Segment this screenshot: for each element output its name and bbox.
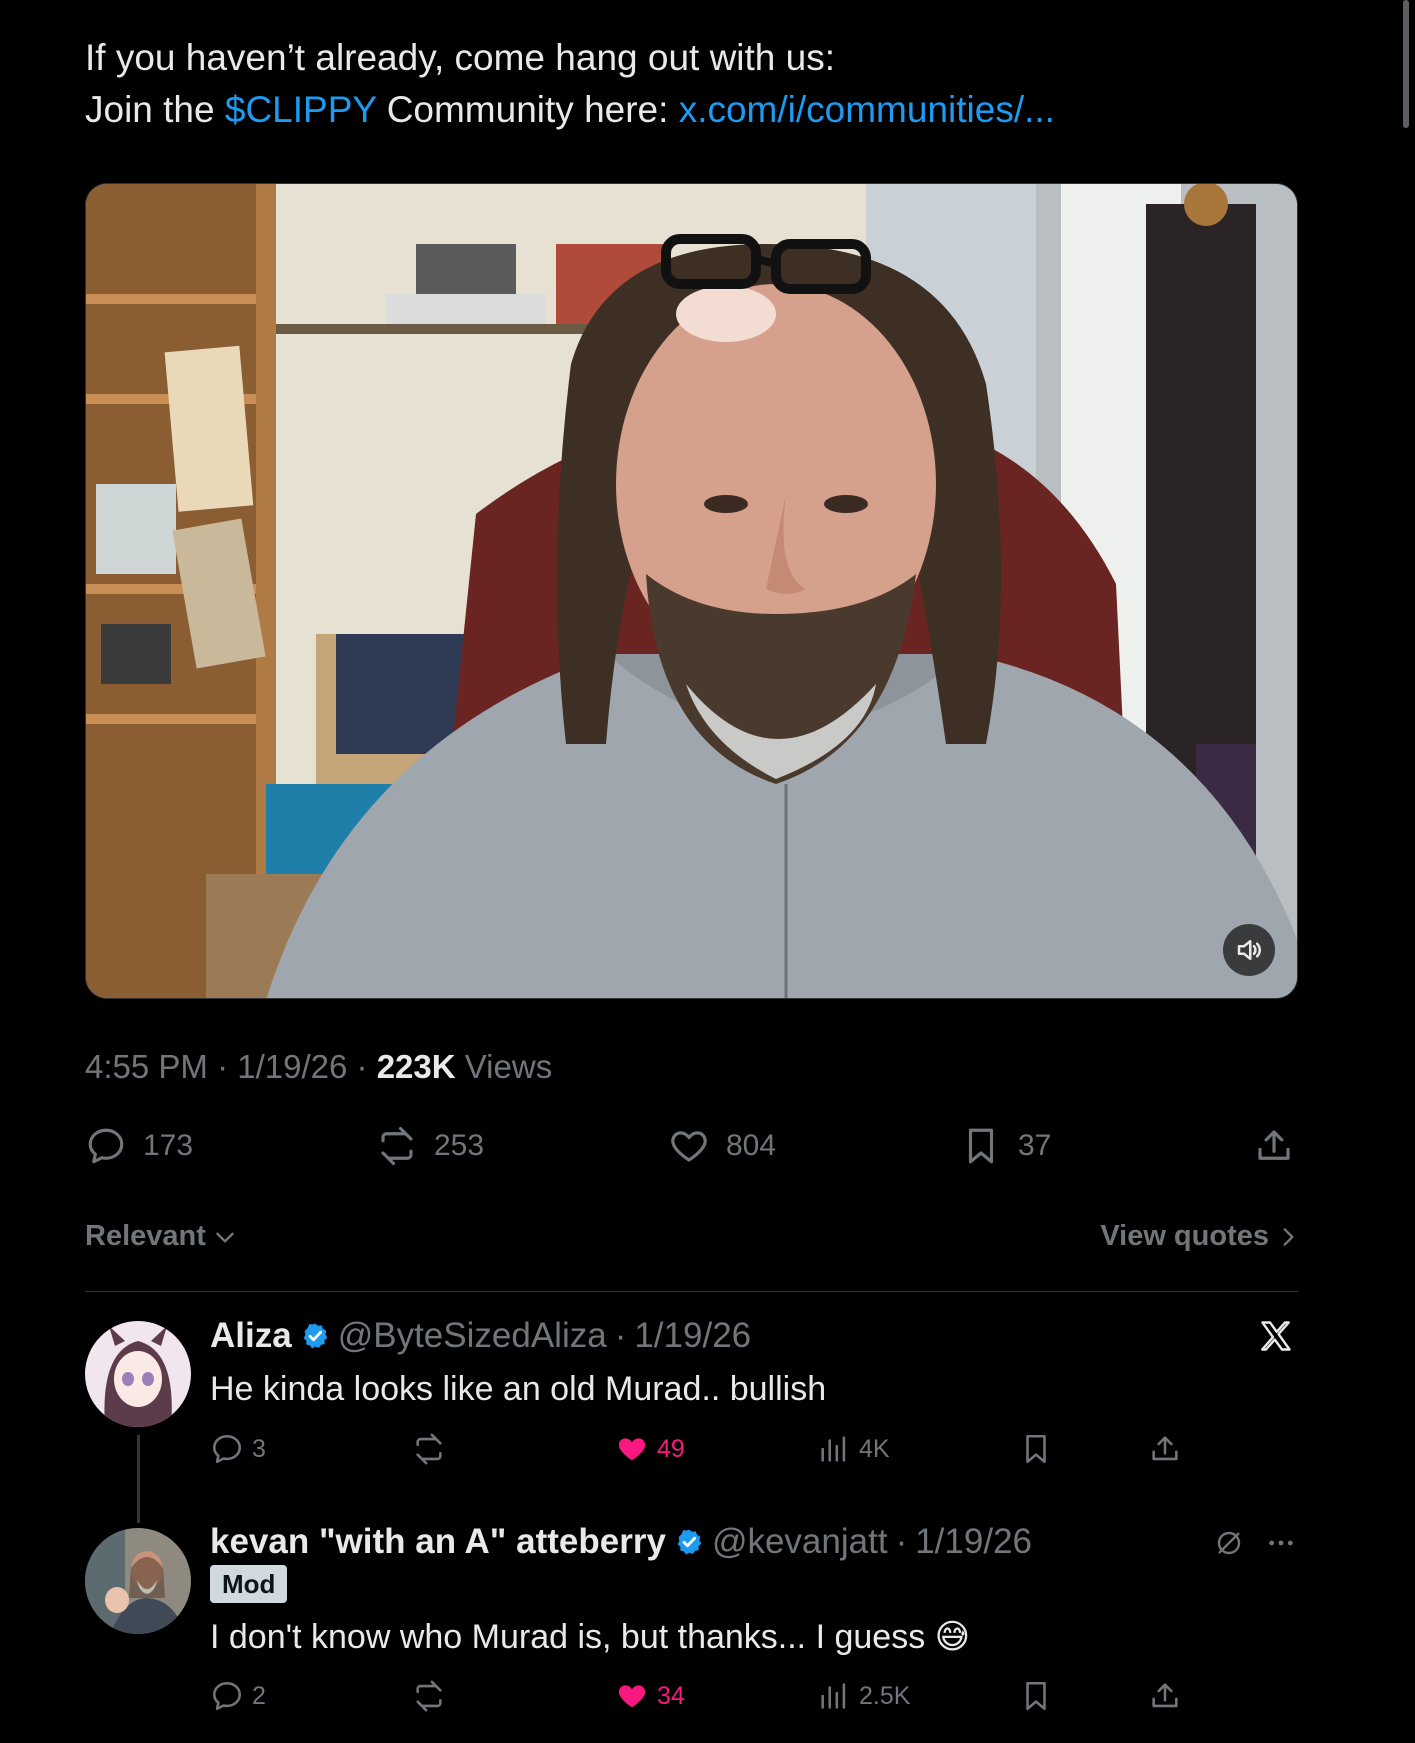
repost-icon — [381, 1126, 413, 1166]
sweat-smile-emoji: 😅 — [934, 1618, 971, 1656]
display-name[interactable]: Aliza — [210, 1316, 292, 1356]
community-link[interactable]: x.com/i/communities/... — [679, 89, 1055, 130]
scrollbar[interactable] — [1403, 0, 1409, 128]
reply-count: 2 — [252, 1681, 266, 1710]
reply-count: 3 — [252, 1434, 266, 1463]
chevron-right-icon — [1283, 1227, 1294, 1246]
share-icon — [1258, 1130, 1290, 1160]
thread-line — [137, 1435, 140, 1523]
reply-icon — [212, 1434, 242, 1464]
tweet-meta: 4:55 PM · 1/19/26 · 223K Views — [85, 1048, 553, 1085]
bookmark-icon — [1026, 1434, 1046, 1464]
reply-header: Aliza @ByteSizedAliza · 1/19/26 — [210, 1316, 752, 1356]
like-button[interactable]: 804 — [668, 1125, 776, 1167]
like-button[interactable]: 34 — [615, 1679, 685, 1713]
cashtag-link[interactable]: $CLIPPY — [225, 89, 377, 130]
video-frame — [86, 184, 1297, 998]
share-button[interactable] — [1148, 1679, 1182, 1713]
avatar[interactable] — [85, 1528, 191, 1634]
heart-filled-icon — [618, 1438, 646, 1461]
heart-icon — [671, 1131, 707, 1162]
verified-badge-icon — [303, 1323, 327, 1349]
reply-header: kevan "with an A" atteberry @kevanjatt ·… — [210, 1522, 1032, 1562]
chevron-down-icon — [216, 1232, 234, 1243]
views-count: 223K — [376, 1048, 456, 1085]
tweet-date[interactable]: 1/19/26 — [237, 1048, 347, 1085]
speaker-muted-icon — [1237, 940, 1261, 960]
profile-photo-image — [85, 1528, 191, 1634]
reply-date[interactable]: 1/19/26 — [634, 1316, 751, 1356]
view-quotes-link[interactable]: View quotes — [1100, 1220, 1301, 1253]
bookmark-count: 37 — [1018, 1129, 1052, 1162]
views-label: Views — [464, 1048, 553, 1085]
reply-count: 173 — [143, 1129, 194, 1162]
tweet-text: If you haven’t already, come hang out wi… — [85, 32, 1055, 136]
bookmark-button[interactable] — [1019, 1432, 1053, 1466]
bookmark-button[interactable] — [1019, 1679, 1053, 1713]
sort-label: Relevant — [85, 1220, 206, 1252]
anime-avatar-image — [85, 1321, 191, 1427]
reply-button[interactable]: 3 — [210, 1432, 266, 1466]
repost-button[interactable]: 253 — [376, 1125, 484, 1167]
repost-count: 253 — [434, 1129, 485, 1162]
reply-text: He kinda looks like an old Murad.. bulli… — [210, 1370, 827, 1408]
tweet-text-line-2: Join the $CLIPPY Community here: x.com/i… — [85, 84, 1055, 136]
analytics-icon — [821, 1683, 846, 1709]
share-icon — [1152, 1683, 1178, 1708]
views-count: 4K — [859, 1434, 890, 1463]
reply-date[interactable]: 1/19/26 — [915, 1522, 1032, 1562]
avatar[interactable] — [85, 1321, 191, 1427]
handle[interactable]: @ByteSizedAliza — [338, 1316, 607, 1356]
like-count: 34 — [657, 1681, 685, 1710]
repost-button[interactable] — [412, 1432, 446, 1466]
tweet-text-prefix: Join the — [85, 89, 215, 130]
heart-filled-icon — [618, 1685, 646, 1708]
reply-icon — [212, 1681, 242, 1711]
reply-button[interactable]: 173 — [85, 1125, 193, 1167]
views-count: 2.5K — [859, 1681, 911, 1710]
tweet-time[interactable]: 4:55 PM — [85, 1048, 208, 1085]
share-button[interactable] — [1253, 1125, 1295, 1167]
handle[interactable]: @kevanjatt — [712, 1522, 888, 1562]
repost-icon — [416, 1680, 442, 1712]
divider — [85, 1291, 1298, 1292]
sort-dropdown[interactable]: Relevant — [85, 1220, 238, 1253]
reply-text: I don't know who Murad is, but thanks...… — [210, 1617, 970, 1657]
mod-badge-label: Mod — [210, 1565, 288, 1603]
tweet-text-mid: Community here: — [386, 89, 669, 130]
reply-button[interactable]: 2 — [210, 1679, 266, 1713]
like-button[interactable]: 49 — [615, 1432, 685, 1466]
bookmark-icon — [968, 1128, 994, 1164]
video-player[interactable] — [85, 183, 1298, 999]
repost-icon — [416, 1433, 442, 1465]
views-button[interactable]: 2.5K — [817, 1679, 910, 1713]
analytics-icon — [821, 1436, 846, 1462]
mod-badge: Mod — [210, 1565, 288, 1603]
repost-button[interactable] — [412, 1679, 446, 1713]
more-options-icon[interactable] — [1265, 1527, 1297, 1564]
reply-icon — [88, 1128, 124, 1164]
bookmark-icon — [1026, 1681, 1046, 1711]
like-count: 49 — [657, 1434, 685, 1463]
view-quotes-label: View quotes — [1100, 1220, 1269, 1252]
share-button[interactable] — [1148, 1432, 1182, 1466]
like-count: 804 — [726, 1129, 777, 1162]
verified-badge-icon — [677, 1529, 702, 1555]
reply-text-body: I don't know who Murad is, but thanks...… — [210, 1618, 926, 1656]
tweet-text-line-1: If you haven’t already, come hang out wi… — [85, 37, 836, 78]
mute-button[interactable] — [1223, 924, 1275, 976]
display-name[interactable]: kevan "with an A" atteberry — [210, 1522, 666, 1562]
views-button[interactable]: 4K — [817, 1432, 890, 1466]
share-icon — [1152, 1436, 1178, 1461]
x-logo-icon — [1258, 1318, 1294, 1359]
bookmark-button[interactable]: 37 — [960, 1125, 1051, 1167]
grok-icon[interactable] — [1213, 1527, 1245, 1564]
